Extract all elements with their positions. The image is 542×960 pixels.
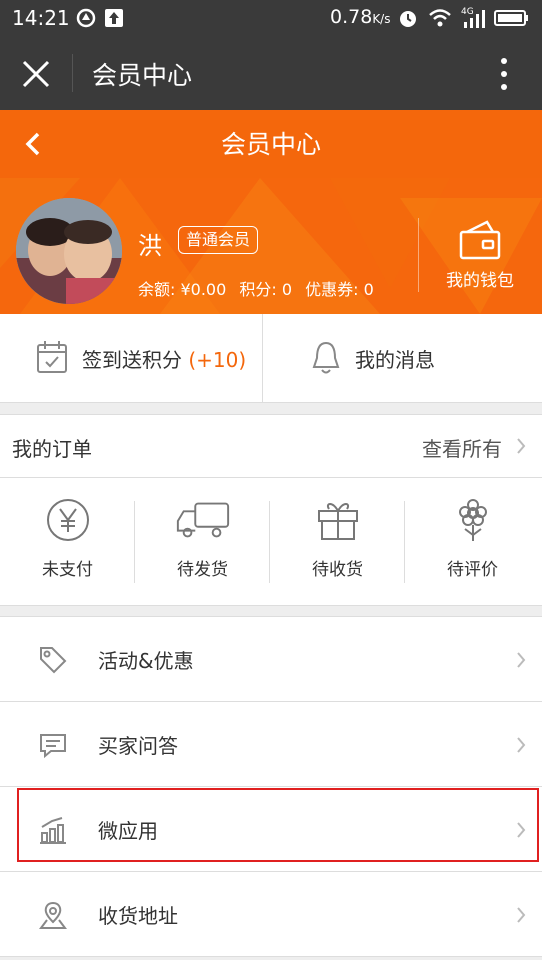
bell-icon	[312, 341, 340, 374]
avatar[interactable]	[16, 198, 122, 304]
signal-icon	[464, 10, 485, 28]
alarm-icon	[400, 11, 416, 27]
menu-item-shipping-address[interactable]: 收货地址	[0, 872, 542, 957]
messages-button[interactable]: 我的消息	[263, 314, 542, 402]
wechat-title: 会员中心	[92, 61, 193, 90]
yen-circle-icon	[46, 499, 89, 541]
truck-icon	[176, 502, 229, 538]
upload-icon	[105, 9, 123, 27]
menu-item-promotions[interactable]: 活动&优惠	[0, 617, 542, 702]
menu-item-label: 收货地址	[98, 904, 178, 928]
status-bar: 14:21 0.78K/s 4G	[0, 0, 542, 36]
member-level-badge: 普通会员	[178, 226, 259, 254]
tag-icon	[40, 647, 67, 674]
checkin-label: 签到送积分 (+10)	[82, 348, 247, 372]
chat-icon	[40, 734, 66, 759]
wallet-label: 我的钱包	[446, 271, 514, 291]
orders-header[interactable]: 我的订单 查看所有	[0, 415, 542, 478]
menu-item-label: 活动&优惠	[98, 649, 194, 673]
coupons-value: 优惠券: 0	[305, 280, 374, 299]
checkin-button[interactable]: 签到送积分 (+10)	[0, 314, 262, 402]
view-all-orders-link[interactable]: 查看所有	[422, 433, 502, 462]
profile-card: 洪 普通会员 余额: ¥0.00 积分: 0 优惠券: 0 我的钱包	[0, 178, 542, 314]
checkin-bonus: (+10)	[188, 348, 247, 372]
points-value: 积分: 0	[239, 280, 293, 299]
titlebar-divider	[72, 54, 73, 92]
menu-list: 活动&优惠 买家问答 微应用 收货地址	[0, 616, 542, 957]
chevron-right-icon	[517, 737, 526, 753]
calendar-check-icon	[37, 341, 67, 373]
network-speed: 0.78K/s	[330, 6, 391, 28]
quick-actions: 签到送积分 (+10) 我的消息	[0, 314, 542, 403]
profile-divider	[418, 218, 419, 292]
gift-icon	[317, 503, 358, 540]
wechat-titlebar: 会员中心	[0, 36, 542, 110]
chevron-right-icon	[517, 438, 526, 454]
page-header: 会员中心	[0, 110, 542, 178]
order-state-unpaid[interactable]: 未支付	[0, 487, 135, 597]
menu-item-label: 买家问答	[98, 734, 178, 758]
page-title: 会员中心	[220, 130, 321, 159]
member-name: 洪	[138, 232, 162, 260]
orders-section: 我的订单 查看所有 未支付 待发货 待收货 待评价	[0, 414, 542, 606]
member-stats: 余额: ¥0.00 积分: 0 优惠券: 0	[138, 276, 382, 300]
sync-icon	[76, 8, 96, 28]
status-time: 14:21	[12, 6, 70, 30]
order-state-to-receive[interactable]: 待收货	[270, 487, 405, 597]
menu-item-buyer-qa[interactable]: 买家问答	[0, 702, 542, 787]
close-icon[interactable]	[20, 58, 52, 90]
wallet-icon	[459, 220, 501, 260]
chevron-right-icon	[517, 652, 526, 668]
wallet-button[interactable]: 我的钱包	[430, 218, 530, 291]
flower-icon	[458, 499, 487, 541]
orders-title: 我的订单	[12, 437, 92, 461]
chevron-right-icon	[517, 907, 526, 923]
order-state-to-review[interactable]: 待评价	[405, 487, 540, 597]
highlight-box	[17, 788, 539, 862]
balance-value: 余额: ¥0.00	[138, 280, 227, 299]
map-pin-icon	[39, 901, 67, 929]
messages-label: 我的消息	[355, 348, 435, 372]
order-state-to-ship[interactable]: 待发货	[135, 487, 270, 597]
order-state-label: 待收货	[312, 560, 363, 580]
order-state-label: 未支付	[42, 560, 93, 580]
more-options-icon[interactable]	[496, 56, 512, 92]
wifi-icon	[429, 9, 451, 27]
battery-icon	[494, 10, 528, 26]
order-state-label: 待评价	[447, 560, 498, 580]
order-state-label: 待发货	[177, 560, 228, 580]
